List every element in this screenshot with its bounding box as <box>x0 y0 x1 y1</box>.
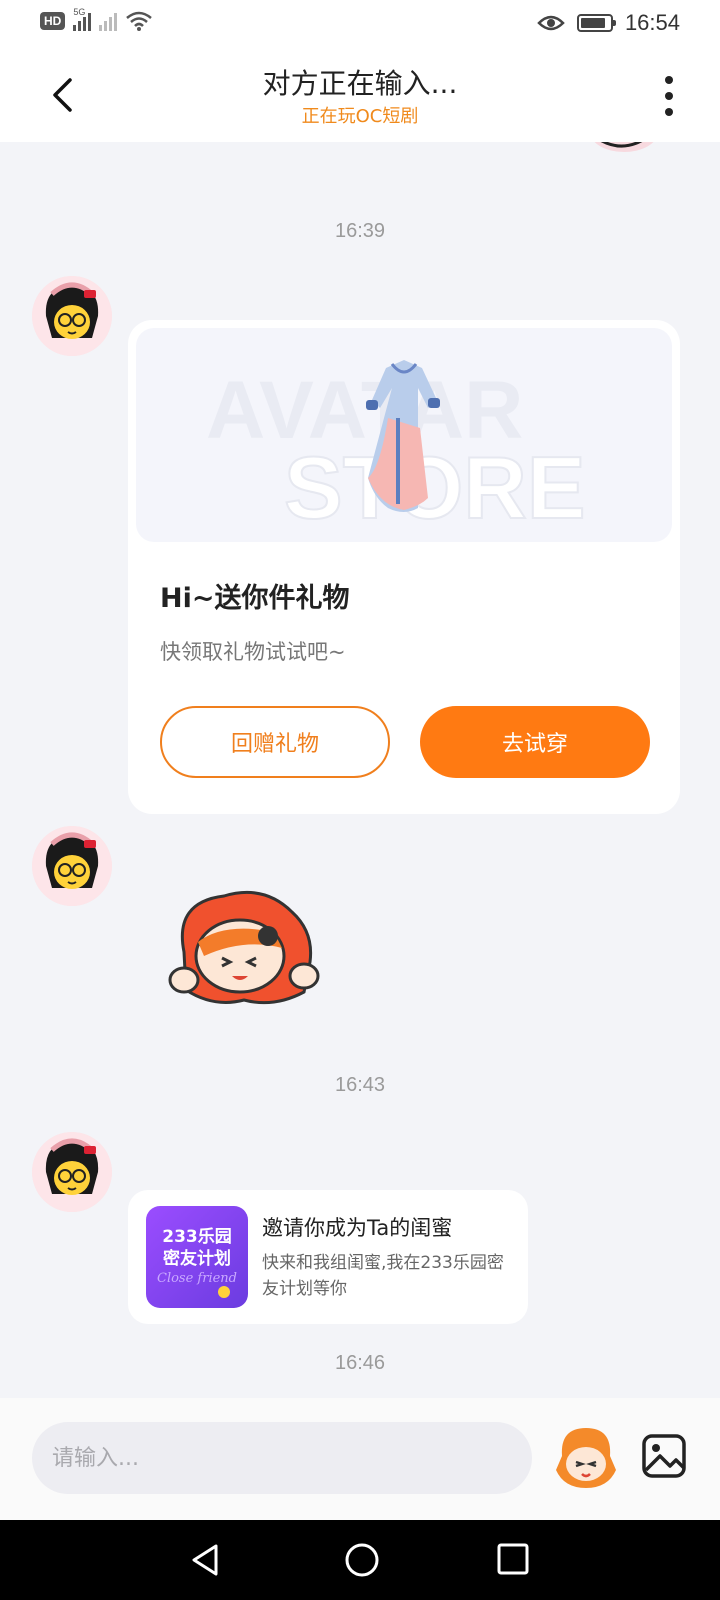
partial-avatar <box>594 142 654 152</box>
nav-back-icon[interactable] <box>186 1540 226 1580</box>
timestamp: 16:46 <box>334 1352 386 1374</box>
girl-avatar-icon <box>32 276 112 356</box>
sticker-button[interactable] <box>552 1422 620 1494</box>
invite-message-card[interactable]: 233乐园 密友计划 Close friend 邀请你成为Ta的闺蜜 快来和我组… <box>128 1190 528 1324</box>
avatar[interactable] <box>32 826 112 906</box>
chat-header: 对方正在输入... 正在玩OC短剧 <box>0 50 720 142</box>
sticker-face-icon <box>556 1428 616 1488</box>
message-input[interactable] <box>32 1422 532 1494</box>
image-icon <box>642 1434 686 1478</box>
gift-title: Hi~送你件礼物 <box>160 583 350 614</box>
svg-text:233乐园: 233乐园 <box>162 1227 232 1247</box>
nav-recent-apps-icon[interactable] <box>496 1542 530 1576</box>
gift-message-card[interactable]: AVATAR STORE Hi~送你件礼物 快领取礼物试试吧~ 回赠礼物 去试穿 <box>128 320 680 814</box>
eye-icon <box>537 15 565 31</box>
invite-title: 邀请你成为Ta的闺蜜 <box>262 1216 453 1240</box>
signal-no-service-icon <box>99 11 118 31</box>
svg-text:密友计划: 密友计划 <box>163 1248 231 1269</box>
return-gift-button[interactable]: 回赠礼物 <box>160 706 390 778</box>
more-options-button[interactable] <box>662 76 676 116</box>
status-bar-right: 16:54 <box>537 10 680 36</box>
status-bar-left: HD 5G <box>40 7 153 32</box>
message-composer <box>0 1398 720 1520</box>
page-subtitle: 正在玩OC短剧 <box>301 106 419 127</box>
status-bar: HD 5G 16:54 <box>0 0 720 50</box>
system-nav-bar <box>0 1520 720 1600</box>
more-vertical-icon <box>665 76 673 84</box>
signal-5g-icon: 5G <box>73 7 92 31</box>
status-time: 16:54 <box>624 10 680 35</box>
close-friend-thumbnail: 233乐园 密友计划 Close friend <box>146 1206 248 1308</box>
gift-subtitle: 快领取礼物试试吧~ <box>160 640 346 664</box>
page-title: 对方正在输入... <box>262 67 458 100</box>
try-on-button[interactable]: 去试穿 <box>420 706 650 778</box>
avatar[interactable] <box>32 276 112 356</box>
sticker-image[interactable] <box>164 882 324 1012</box>
gift-banner: AVATAR STORE <box>136 328 672 542</box>
svg-text:Close friend: Close friend <box>157 1271 237 1286</box>
chat-list[interactable]: 16:39 AVATAR STORE Hi~送你件礼物 快领取礼物试试吧~ 回赠… <box>0 142 720 1398</box>
image-button[interactable] <box>636 1428 692 1484</box>
girl-avatar-icon <box>32 826 112 906</box>
girl-avatar-icon <box>32 1132 112 1212</box>
hd-badge: HD <box>40 12 66 30</box>
svg-text:STORE: STORE <box>284 438 586 537</box>
timestamp: 16:39 <box>334 220 386 242</box>
nav-home-icon[interactable] <box>342 1540 382 1580</box>
avatar-store-banner: AVATAR STORE <box>206 360 587 538</box>
wifi-icon <box>126 11 153 31</box>
timestamp: 16:43 <box>334 1074 386 1096</box>
battery-level <box>580 18 605 28</box>
avatar[interactable] <box>32 1132 112 1212</box>
invite-description: 快来和我组闺蜜,我在233乐园密友计划等你 <box>262 1253 504 1299</box>
battery-icon <box>576 14 616 32</box>
